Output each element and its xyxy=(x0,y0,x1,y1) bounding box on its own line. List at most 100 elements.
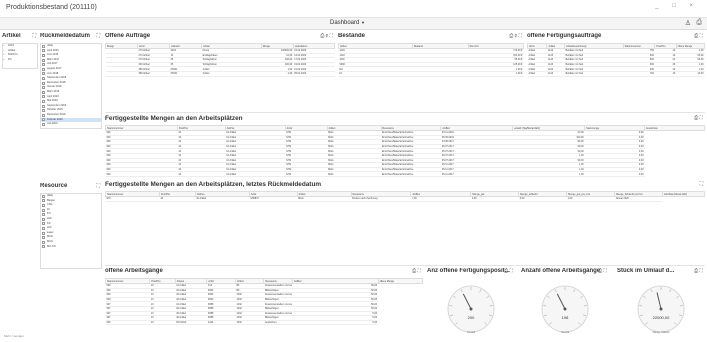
checkbox[interactable] xyxy=(42,226,45,230)
table-row[interactable]: 900 10 50 F4914 1232 1232 Ausbohren 5,00 xyxy=(105,320,423,326)
filter-item-label: Juli 2017 xyxy=(47,62,58,66)
checkbox[interactable] xyxy=(42,222,45,226)
expand-toggle-icon[interactable]: + xyxy=(3,44,5,47)
expand-icon[interactable]: ⛶ xyxy=(96,33,100,39)
gauge-value: 200 xyxy=(467,315,475,320)
tree-item[interactable]: + PC xyxy=(3,58,37,63)
table-row[interactable]: 380 Artikel F5001 Artikel 1,00 05.04.2020 xyxy=(105,71,335,77)
filter-item-label: LFZ xyxy=(47,226,52,230)
checkbox[interactable] xyxy=(42,58,45,62)
filter-item[interactable]: Juli 2020 xyxy=(41,122,101,127)
table-cell: 0,00 xyxy=(518,196,567,202)
table-cell: 380 Artikel xyxy=(137,71,170,77)
checkbox[interactable] xyxy=(42,63,45,67)
rueckmelde-title: Rückmeldedatum xyxy=(40,33,91,39)
checkbox[interactable] xyxy=(42,109,45,113)
gauge-value: 198 xyxy=(561,315,569,320)
offene-auftraege-title: Offene Aufträge xyxy=(105,33,151,39)
filter-item-label: September 2019 xyxy=(47,103,67,107)
panel-icons[interactable]: ⎙ ⛶ xyxy=(598,268,607,274)
checkbox[interactable] xyxy=(42,49,45,53)
checkbox[interactable] xyxy=(42,203,45,207)
checkbox[interactable] xyxy=(42,72,45,76)
panel-icons[interactable]: ⎙ ⛶ xyxy=(504,268,513,274)
checkbox[interactable] xyxy=(42,67,45,71)
panel-icons[interactable]: ⎙ ⛶ xyxy=(694,268,703,274)
expand-icon[interactable]: ⛶ xyxy=(699,181,703,187)
table-cell: F5001 xyxy=(169,71,202,77)
checkbox[interactable] xyxy=(42,231,45,235)
checkbox[interactable] xyxy=(42,113,45,117)
table-row[interactable]: F1 1,00 € xyxy=(338,71,524,77)
column-header[interactable]: Jahr/Dat (Monat Jahr) xyxy=(661,191,706,197)
expand-toggle-icon[interactable]: + xyxy=(3,49,5,52)
filter-item-label: Mai 2019 xyxy=(47,99,58,103)
filter-item-label: August 2017 xyxy=(47,66,62,70)
table-row[interactable]: 900 10 10 Artikel SHS MAG Einrichten/Material… xyxy=(105,171,705,177)
table-cell: 10 xyxy=(177,171,226,177)
filter-item-label: MAG xyxy=(47,239,53,243)
filter-item-label: Biegen xyxy=(47,198,56,202)
table-cell: 10 Artikel xyxy=(225,171,286,177)
table-row[interactable]: 970 10 10 Artikel SHMFH MAG Drehen nach Zeich… xyxy=(105,196,705,202)
expand-icon[interactable]: ⛶ xyxy=(32,33,36,39)
print-icon[interactable]: ⎙ xyxy=(696,19,702,27)
column-header[interactable]: Ausschuss xyxy=(644,125,705,131)
table-row[interactable]: Artikel 1123 Behälter mit Seil 760 10 10,00 xyxy=(527,71,705,77)
gauge-chart xyxy=(637,285,685,333)
tree-item-label: 5004 Ks xyxy=(8,53,18,57)
checkbox[interactable] xyxy=(42,213,45,217)
checkbox[interactable] xyxy=(42,53,45,57)
arbeitsgaenge-title: offene Arbeitsgänge xyxy=(105,268,163,274)
checkbox[interactable] xyxy=(42,44,45,48)
panel-icons[interactable]: ⎙ ⛶ xyxy=(694,33,703,39)
checkbox[interactable] xyxy=(42,90,45,94)
checkbox[interactable] xyxy=(42,217,45,221)
checkbox[interactable] xyxy=(42,199,45,203)
filter-item-label: März 2017 xyxy=(47,57,60,61)
filter-item-label: MAG xyxy=(47,235,53,239)
checkbox[interactable] xyxy=(42,208,45,212)
checkbox[interactable] xyxy=(42,118,45,122)
window-controls[interactable]: _ □ × xyxy=(655,3,699,9)
table-cell: Drehen nach Zeichnung xyxy=(351,196,411,202)
checkbox[interactable] xyxy=(42,76,45,80)
bestaende-table: Artikel Bestand Wert Lfd 1123 176,00 €1124 1… xyxy=(338,43,524,77)
footer-text[interactable]: Mehr / weniger xyxy=(4,334,24,338)
checkbox[interactable] xyxy=(42,86,45,90)
expand-toggle-icon[interactable]: + xyxy=(3,53,5,56)
table-cell: MAG xyxy=(327,171,381,177)
bestaende-panel: Bestände ⎙ ⚲ ⛶ Artikel Bestand Wert Lfd 11… xyxy=(338,33,524,88)
checkbox[interactable] xyxy=(42,104,45,108)
filter-item-label: Laser xyxy=(47,230,54,234)
dashboard-title[interactable]: Dashboard ▼ xyxy=(330,20,365,26)
checkbox[interactable] xyxy=(42,194,45,198)
filter-item[interactable]: MO-KN xyxy=(41,245,101,250)
checkbox[interactable] xyxy=(42,236,45,240)
fertigungsauftraege-table: ArtGr Artikel Artikelbezeichnung Stammnumme… xyxy=(526,43,706,77)
tree-item-label: 1004 xyxy=(8,44,14,47)
chevron-down-icon[interactable]: ▼ xyxy=(361,20,365,25)
checkbox[interactable] xyxy=(42,95,45,99)
table-cell: Artikel xyxy=(201,71,262,77)
checkbox[interactable] xyxy=(42,122,45,126)
filter-item-label: CNC xyxy=(47,203,53,207)
table-cell: 900 xyxy=(105,171,178,177)
arbeitsgaenge-table: Stammnummer Pos/Prio AGpos ArtGr Artikel Ress… xyxy=(104,278,424,326)
checkbox[interactable] xyxy=(42,99,45,103)
checkbox[interactable] xyxy=(42,245,45,249)
panel-icons[interactable]: ⎙ ⛶ xyxy=(412,268,421,274)
column-header[interactable]: offene Menge xyxy=(377,278,424,284)
dashboard-bar: Dashboard ▼ ♙ ⎙ xyxy=(0,18,707,30)
table-cell: 900 xyxy=(105,320,150,326)
panel-icons[interactable]: ⎙ ⛶ xyxy=(694,115,703,121)
dashboard-title-label: Dashboard xyxy=(330,20,360,26)
expand-icon[interactable]: ⛶ xyxy=(96,183,100,189)
panel-icons[interactable]: ⎙ ⚲ ⛶ xyxy=(509,33,522,39)
panel-icons[interactable]: ⎙ ⚲ ⛶ xyxy=(320,33,333,39)
filter-item-label: HLF xyxy=(47,216,52,220)
checkbox[interactable] xyxy=(42,240,45,244)
expand-toggle-icon[interactable]: + xyxy=(3,58,5,61)
checkbox[interactable] xyxy=(42,81,45,85)
person-icon[interactable]: ♙ xyxy=(685,19,691,27)
